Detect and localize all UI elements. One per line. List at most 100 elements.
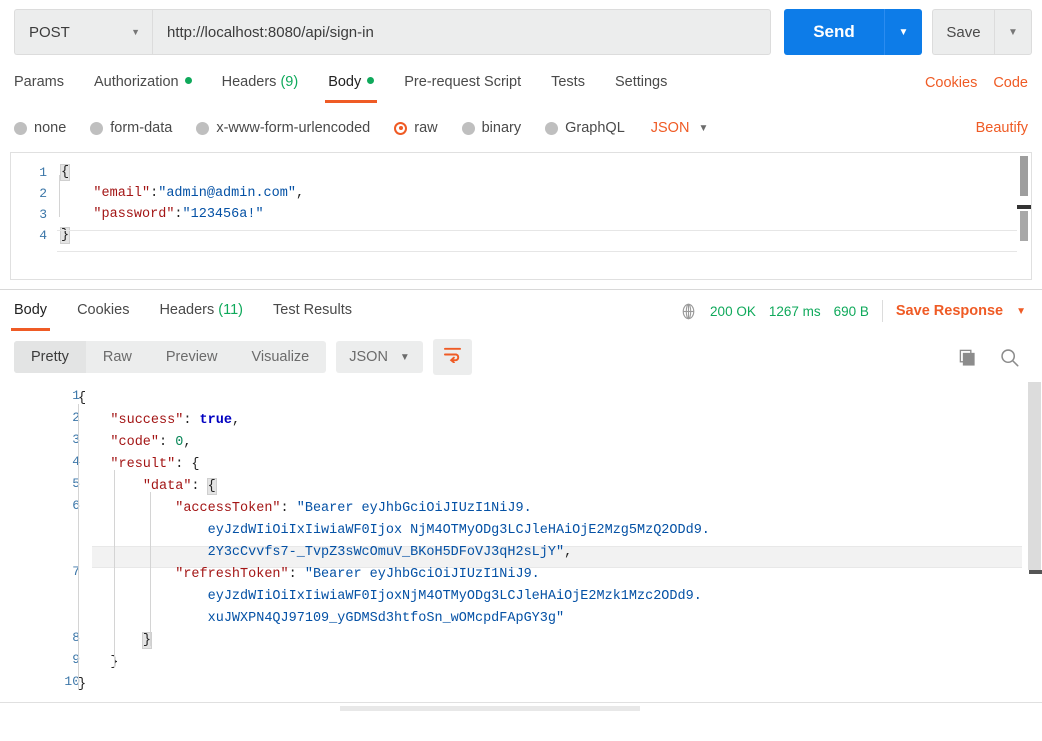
body-type-graphql[interactable]: GraphQL: [545, 120, 625, 136]
response-format-label: JSON: [349, 349, 388, 365]
tab-settings[interactable]: Settings: [615, 63, 667, 103]
request-code-area[interactable]: { "email":"admin@admin.com", "password":…: [57, 153, 1031, 279]
code-line: "password":"123456a!": [93, 207, 264, 222]
scrollbar-thumb[interactable]: [1028, 382, 1041, 570]
chevron-down-icon: ▼: [698, 122, 709, 134]
code-line: {: [78, 391, 87, 406]
view-visualize[interactable]: Visualize: [234, 341, 326, 373]
send-options-button[interactable]: ▼: [884, 9, 922, 55]
globe-icon: [680, 303, 697, 320]
body-type-binary-label: binary: [481, 120, 522, 136]
word-wrap-button[interactable]: [432, 339, 472, 375]
request-vertical-scrollbar[interactable]: [1017, 153, 1031, 279]
line-divider: [57, 230, 1031, 231]
response-tab-cookies[interactable]: Cookies: [77, 291, 129, 331]
response-vertical-scrollbar[interactable]: [1028, 382, 1042, 712]
tab-headers[interactable]: Headers (9): [222, 63, 299, 103]
tab-authorization[interactable]: Authorization: [94, 63, 192, 103]
save-response-button[interactable]: Save Response: [896, 303, 1003, 319]
body-format-selector[interactable]: JSON ▼: [651, 120, 709, 136]
copy-icon[interactable]: [958, 348, 977, 367]
body-type-raw-label: raw: [414, 120, 438, 136]
line-number: 10: [64, 674, 80, 689]
body-type-none[interactable]: none: [14, 120, 66, 136]
tab-body-label: Body: [328, 74, 362, 90]
line-number: 1: [72, 388, 80, 403]
line-number: 8: [72, 630, 80, 645]
tab-pre-request-script[interactable]: Pre-request Script: [404, 63, 521, 103]
body-type-form-data[interactable]: form-data: [90, 120, 172, 136]
status-dot-icon: [367, 77, 375, 84]
send-button[interactable]: Send: [784, 9, 884, 55]
request-right-links: Cookies Code: [925, 75, 1028, 91]
tab-params[interactable]: Params: [14, 63, 64, 103]
line-number: 4: [39, 228, 47, 243]
beautify-button[interactable]: Beautify: [976, 120, 1028, 136]
request-tab-bar: Params Authorization Headers (9) Body Pr…: [0, 62, 1042, 104]
body-type-urlencoded-label: x-www-form-urlencoded: [216, 120, 371, 136]
save-options-button[interactable]: ▼: [994, 9, 1032, 55]
response-tab-body-label: Body: [14, 302, 48, 318]
code-line: eyJzdWIiOiIxIiwiaWF0Ijox NjM4OTMyODg3LCJ…: [207, 523, 710, 538]
scrollbar-thumb[interactable]: [340, 706, 640, 711]
code-fold-guide: [59, 175, 60, 217]
response-tab-body[interactable]: Body: [10, 291, 51, 331]
code-line: "accessToken": "Bearer eyJhbGciOiJIUzI1N…: [175, 501, 532, 516]
tab-headers-count: (9): [280, 74, 299, 90]
view-preview[interactable]: Preview: [149, 341, 235, 373]
radio-icon: [461, 121, 475, 135]
cookies-link[interactable]: Cookies: [925, 75, 977, 91]
line-number-blank: [0, 520, 80, 542]
view-pretty[interactable]: Pretty: [14, 341, 86, 373]
response-horizontal-scrollbar[interactable]: [0, 702, 1042, 712]
tab-body[interactable]: Body: [325, 63, 378, 103]
tab-settings-label: Settings: [614, 74, 668, 90]
response-toolbar: Pretty Raw Preview Visualize JSON ▼: [0, 332, 1042, 382]
chevron-down-icon[interactable]: ▼: [1016, 306, 1026, 317]
response-tab-test-results[interactable]: Test Results: [273, 291, 352, 331]
response-toolbar-right: [958, 347, 1028, 368]
scrollbar-thumb[interactable]: [1020, 156, 1028, 196]
body-type-binary[interactable]: binary: [461, 120, 522, 136]
code-line: "result": {: [110, 457, 200, 472]
response-code-area[interactable]: { "success": true, "code": 0, "result": …: [78, 388, 1022, 696]
line-number: 1: [39, 165, 47, 180]
code-line: }: [59, 227, 71, 244]
line-number: 6: [72, 498, 80, 513]
line-number: 9: [72, 652, 80, 667]
response-tab-headers[interactable]: Headers (11): [159, 291, 243, 331]
body-type-urlencoded[interactable]: x-www-form-urlencoded: [196, 120, 370, 136]
response-body-viewer[interactable]: 1 2 3 4 5 6 7 8 9 10 { "success": true, "code": 0…: [0, 382, 1042, 712]
request-url-input[interactable]: [152, 9, 771, 55]
save-button[interactable]: Save: [932, 9, 994, 55]
line-divider: [57, 251, 1031, 252]
code-line: "success": true,: [110, 413, 241, 428]
response-size: 690 B: [833, 303, 869, 319]
code-line: "email":"admin@admin.com",: [93, 186, 305, 201]
request-line-numbers: 1 2 3 4: [11, 153, 57, 279]
view-raw[interactable]: Raw: [86, 341, 149, 373]
tab-tests[interactable]: Tests: [551, 63, 585, 103]
body-type-none-label: none: [34, 120, 67, 136]
scrollbar-thumb-secondary[interactable]: [1020, 211, 1028, 241]
radio-icon: [196, 121, 210, 135]
code-link[interactable]: Code: [993, 75, 1028, 91]
line-number: 7: [72, 564, 80, 579]
tab-pre-request-script-label: Pre-request Script: [404, 74, 522, 90]
http-method-selector[interactable]: POST ▼: [14, 9, 152, 55]
code-line: xuJWXPN4QJ97109_yGDMSd3htfoSn_wOMcpdFApG…: [207, 611, 565, 626]
line-number-blank: [0, 586, 80, 608]
response-tab-headers-count: (11): [218, 302, 244, 318]
code-line: }: [78, 652, 1022, 674]
body-type-form-data-label: form-data: [110, 120, 173, 136]
body-type-raw[interactable]: raw: [394, 120, 438, 136]
code-fold-guide: [78, 404, 79, 690]
body-type-graphql-label: GraphQL: [565, 120, 625, 136]
radio-selected-icon: [394, 121, 408, 135]
scrollbar-marker: [1017, 205, 1031, 209]
line-number: 4: [72, 454, 80, 469]
body-format-label: JSON: [650, 120, 690, 136]
request-body-editor[interactable]: 1 2 3 4 { "email":"admin@admin.com", "passw…: [10, 152, 1032, 280]
response-format-selector[interactable]: JSON ▼: [336, 341, 423, 373]
search-icon[interactable]: [999, 347, 1020, 368]
